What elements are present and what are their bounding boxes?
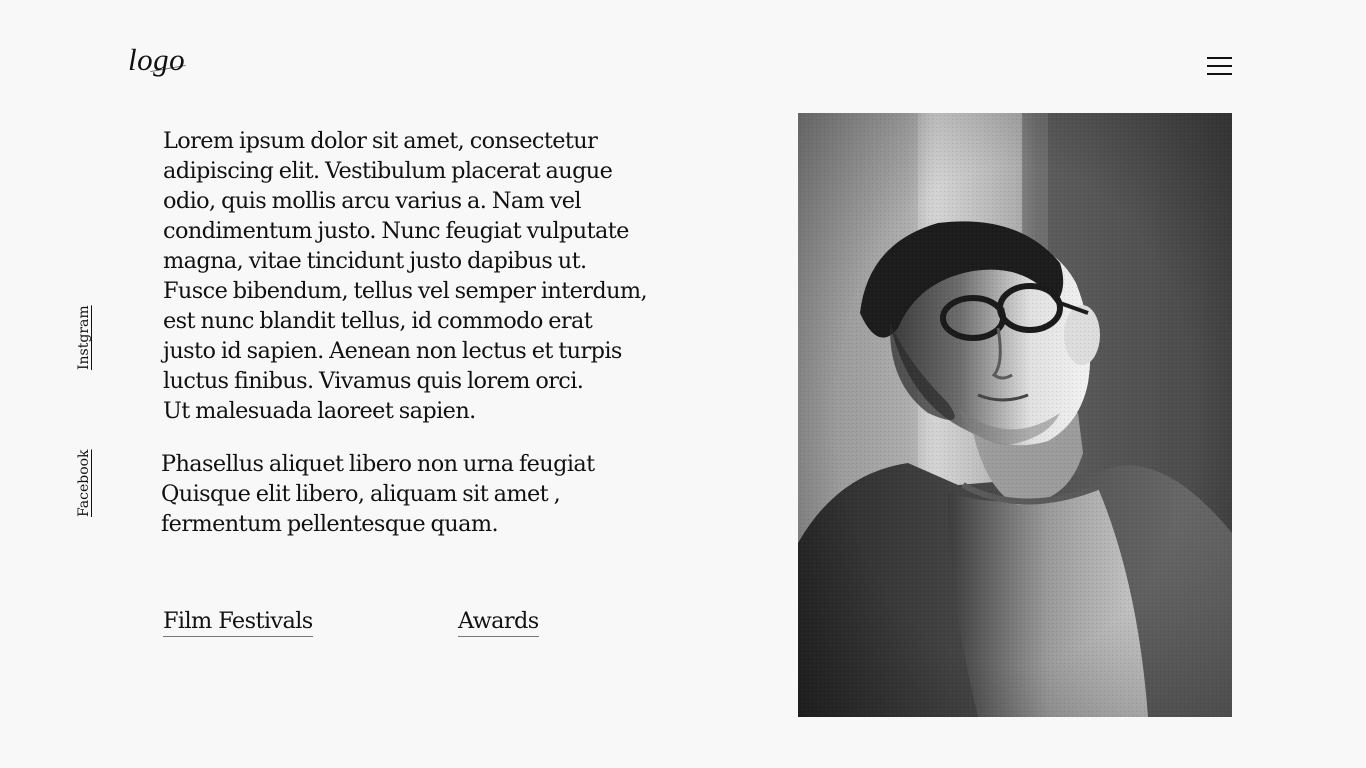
menu-line-middle bbox=[1207, 65, 1232, 67]
awards-link[interactable]: Awards bbox=[458, 606, 539, 637]
intro-paragraph: Lorem ipsum dolor sit amet, consectetur … bbox=[163, 126, 723, 426]
intro-line: Fusce bibendum, tellus vel semper interd… bbox=[163, 278, 648, 304]
menu-line-top bbox=[1207, 57, 1232, 59]
intro-line: est nunc blandit tellus, id commodo erat bbox=[163, 308, 593, 334]
logo[interactable]: logo bbox=[128, 44, 185, 75]
secondary-line: Phasellus aliquet libero non urna feugia… bbox=[161, 451, 595, 477]
instagram-link[interactable]: Instgram bbox=[76, 305, 92, 370]
menu-line-bottom bbox=[1207, 73, 1232, 75]
intro-line: justo id sapien. Aenean non lectus et tu… bbox=[163, 338, 622, 364]
page: logo Instgram Facebook Lorem ipsum dolor… bbox=[0, 0, 1366, 768]
intro-line: magna, vitae tincidunt justo dapibus ut. bbox=[163, 248, 587, 274]
secondary-line: fermentum pellentesque quam. bbox=[161, 511, 499, 537]
hamburger-menu-icon[interactable] bbox=[1204, 54, 1234, 78]
secondary-paragraph: Phasellus aliquet libero non urna feugia… bbox=[161, 449, 681, 539]
film-festivals-link[interactable]: Film Festivals bbox=[163, 606, 313, 637]
facebook-link[interactable]: Facebook bbox=[76, 449, 92, 517]
intro-line: luctus finibus. Vivamus quis lorem orci. bbox=[163, 368, 584, 394]
intro-line: Ut malesuada laoreet sapien. bbox=[163, 398, 476, 424]
secondary-line: Quisque elit libero, aliquam sit amet , bbox=[161, 481, 561, 507]
portrait-illustration bbox=[798, 113, 1232, 717]
portrait-photo bbox=[798, 113, 1232, 717]
intro-line: condimentum justo. Nunc feugiat vulputat… bbox=[163, 218, 629, 244]
intro-line: Lorem ipsum dolor sit amet, consectetur bbox=[163, 128, 598, 154]
intro-line: adipiscing elit. Vestibulum placerat aug… bbox=[163, 158, 613, 184]
intro-line: odio, quis mollis arcu varius a. Nam vel bbox=[163, 188, 582, 214]
